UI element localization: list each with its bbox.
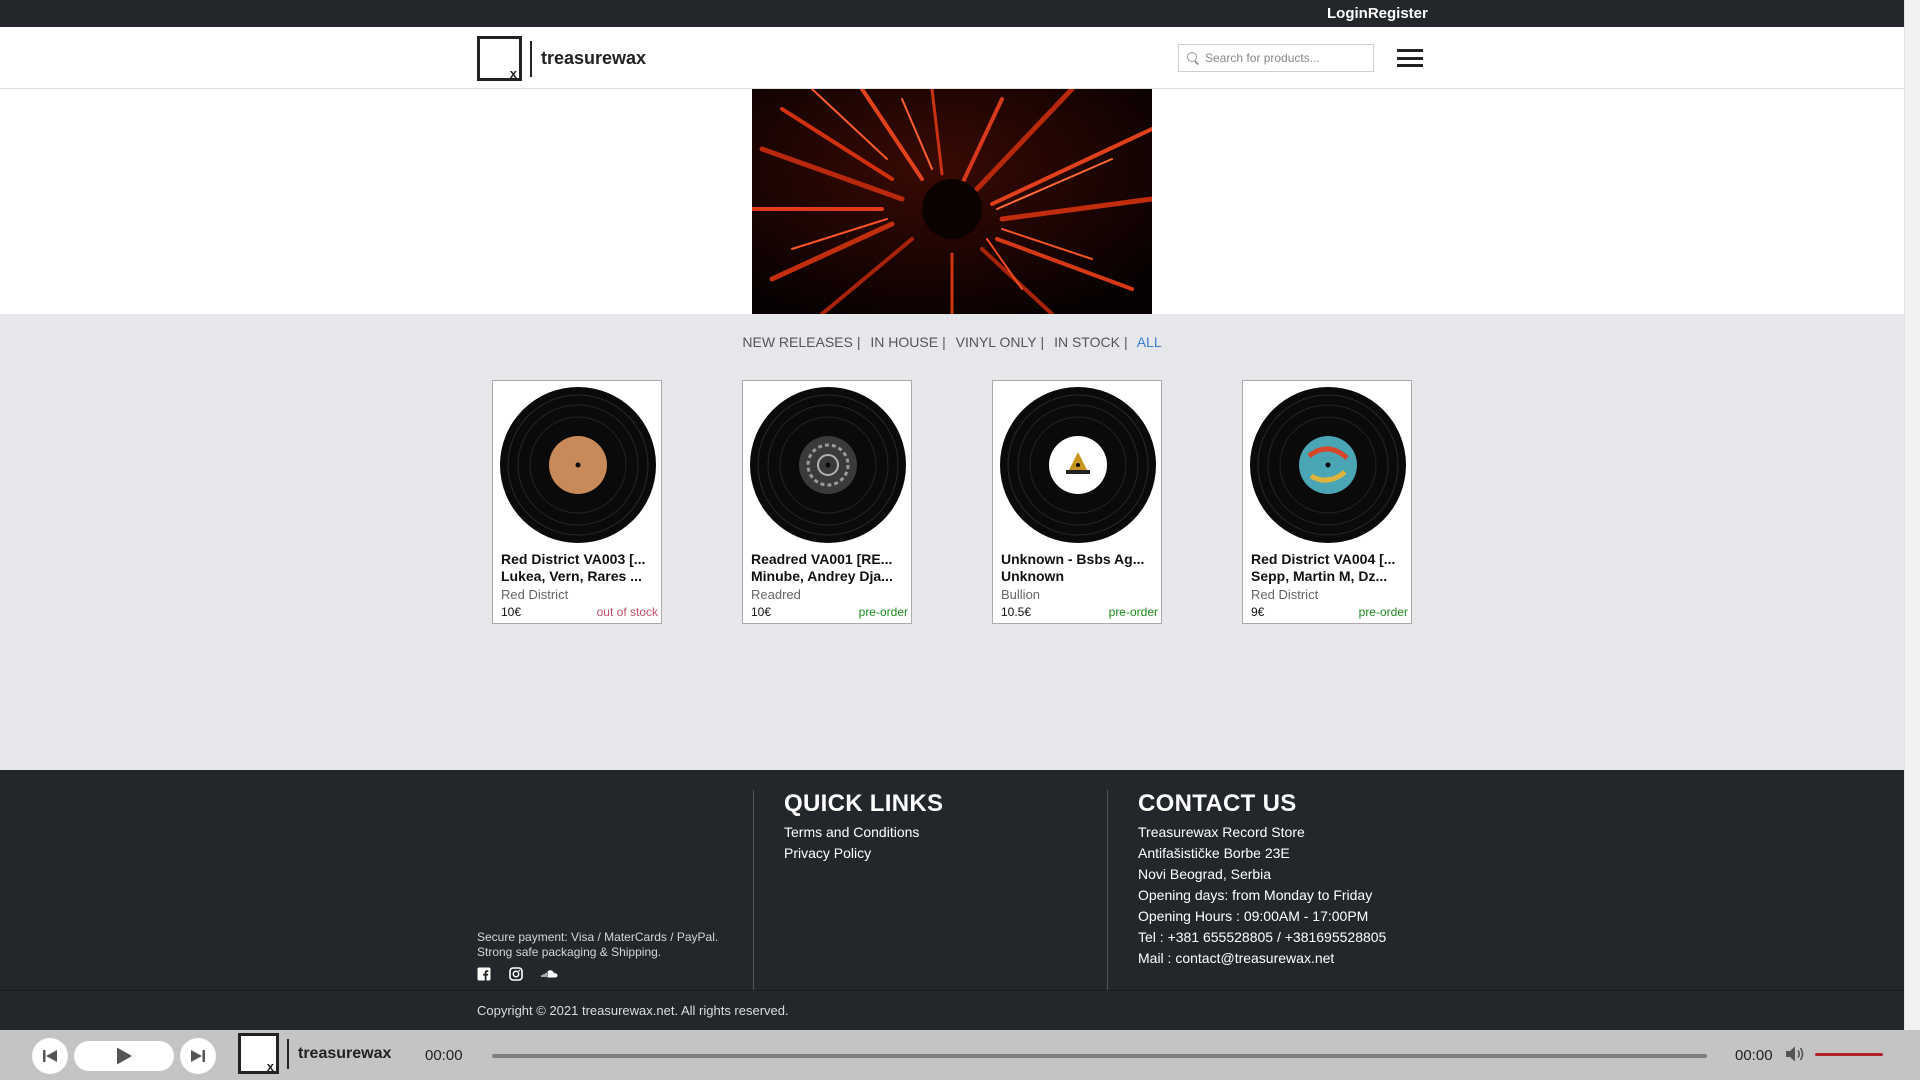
filter-vinyl-only[interactable]: VINYL ONLY: [956, 334, 1037, 350]
store-name: Treasurewax Record Store: [1138, 824, 1305, 840]
vinyl-record-image: [500, 387, 656, 543]
terms-link[interactable]: Terms and Conditions: [784, 822, 943, 843]
hamburger-icon[interactable]: [1397, 49, 1423, 67]
logo-divider: [287, 1038, 289, 1069]
player-logo: x treasurewax: [238, 1033, 391, 1074]
product-label: Readred: [751, 587, 801, 602]
stock-status: pre-order: [1358, 605, 1408, 619]
hero-section: [0, 89, 1904, 314]
product-card[interactable]: Red District VA003 [... Lukea, Vern, Rar…: [492, 380, 662, 624]
product-price: 10.5€: [1001, 605, 1032, 619]
search-icon: [1187, 52, 1199, 64]
product-price: 10€: [751, 605, 772, 619]
register-link[interactable]: Register: [1368, 5, 1428, 22]
quick-links-heading: QUICK LINKS: [784, 790, 944, 817]
player-logo-text: treasurewax: [298, 1044, 392, 1062]
logo-divider: [530, 40, 532, 77]
product-label: Red District: [501, 587, 569, 602]
hero-image: [752, 89, 1152, 314]
product-title[interactable]: Red District VA004 [...: [1251, 551, 1405, 568]
play-icon: [117, 1047, 132, 1065]
search-input[interactable]: [1205, 51, 1365, 65]
vinyl-record-image: [1000, 387, 1156, 543]
filter-all[interactable]: ALL: [1137, 334, 1162, 350]
site-logo[interactable]: x treasurewax: [477, 36, 646, 81]
store-phone: Tel : +381 655528805 / +381695528805: [1138, 929, 1387, 945]
volume-icon[interactable]: [1784, 1044, 1806, 1064]
product-artist: Sepp, Martin M, Dz...: [1251, 568, 1388, 584]
product-title[interactable]: Readred VA001 [RE...: [751, 551, 905, 568]
contact-heading: CONTACT US: [1138, 790, 1297, 817]
vinyl-record-image: [750, 387, 906, 543]
previous-track-button[interactable]: [32, 1038, 68, 1074]
audio-player: x treasurewax 00:00 00:00: [0, 1030, 1920, 1080]
search-box: [1178, 44, 1374, 72]
product-card[interactable]: Readred VA001 [RE... Minube, Andrey Dja.…: [742, 380, 912, 624]
facebook-icon[interactable]: [477, 967, 491, 981]
soundcloud-icon[interactable]: [541, 967, 559, 981]
product-card[interactable]: Unknown - Bsbs Ag... Unknown Bullion 10.…: [992, 380, 1162, 624]
site-footer: Secure payment: Visa / MaterCards / PayP…: [0, 770, 1904, 990]
stock-status: pre-order: [858, 605, 908, 619]
filter-in-stock[interactable]: IN STOCK: [1054, 334, 1120, 350]
instagram-icon[interactable]: [509, 967, 523, 981]
store-mail: Mail : contact@treasurewax.net: [1138, 950, 1335, 966]
store-address: Antifašističke Borbe 23E: [1138, 845, 1290, 861]
logo-mark-icon: x: [238, 1033, 279, 1074]
logo-mark-icon: x: [477, 36, 522, 81]
product-price: 10€: [501, 605, 522, 619]
opening-hours: Opening Hours : 09:00AM - 17:00PM: [1138, 908, 1369, 924]
social-links: [477, 967, 559, 981]
page-scrollbar[interactable]: [1904, 0, 1920, 1030]
footer-divider: [1107, 790, 1108, 990]
progress-bar[interactable]: [492, 1054, 1707, 1058]
product-title[interactable]: Red District VA003 [...: [501, 551, 655, 568]
volume-slider[interactable]: [1815, 1053, 1883, 1056]
skip-back-icon: [43, 1050, 57, 1062]
play-button[interactable]: [74, 1041, 174, 1071]
copyright-text: Copyright © 2021 treasurewax.net. All ri…: [477, 1003, 789, 1018]
product-label: Bullion: [1001, 587, 1041, 602]
stock-status: out of stock: [596, 605, 658, 619]
skip-forward-icon: [191, 1050, 205, 1062]
product-artist: Unknown: [1001, 568, 1064, 584]
top-bar: LoginRegister: [0, 0, 1904, 27]
filter-new-releases[interactable]: NEW RELEASES: [742, 334, 852, 350]
product-price: 9€: [1251, 605, 1265, 619]
track-duration: 00:00: [1735, 1047, 1773, 1064]
payment-info: Secure payment: Visa / MaterCards / PayP…: [477, 930, 719, 959]
stock-status: pre-order: [1108, 605, 1158, 619]
copyright-bar: Copyright © 2021 treasurewax.net. All ri…: [0, 990, 1904, 1030]
product-label: Red District: [1251, 587, 1319, 602]
privacy-link[interactable]: Privacy Policy: [784, 843, 943, 864]
product-filters: NEW RELEASES | IN HOUSE | VINYL ONLY | IN S…: [742, 334, 1162, 350]
vinyl-record-image: [1250, 387, 1406, 543]
contact-section: CONTACT US Treasurewax Record Store Anti…: [1138, 790, 1386, 969]
product-card[interactable]: Red District VA004 [... Sepp, Martin M, …: [1242, 380, 1412, 624]
product-artist: Minube, Andrey Dja...: [751, 568, 893, 584]
next-track-button[interactable]: [180, 1038, 216, 1074]
auth-links: LoginRegister: [1327, 5, 1428, 22]
site-header: x treasurewax: [0, 27, 1904, 89]
filter-in-house[interactable]: IN HOUSE: [870, 334, 938, 350]
product-title[interactable]: Unknown - Bsbs Ag...: [1001, 551, 1155, 568]
product-artist: Lukea, Vern, Rares ...: [501, 568, 642, 584]
store-city: Novi Beograd, Serbia: [1138, 866, 1272, 882]
quick-links-section: QUICK LINKS Terms and Conditions Privacy…: [784, 790, 943, 864]
current-time: 00:00: [425, 1047, 463, 1064]
opening-days: Opening days: from Monday to Friday: [1138, 887, 1373, 903]
logo-text: treasurewax: [541, 48, 647, 68]
login-link[interactable]: Login: [1327, 5, 1368, 22]
footer-divider: [753, 790, 754, 990]
